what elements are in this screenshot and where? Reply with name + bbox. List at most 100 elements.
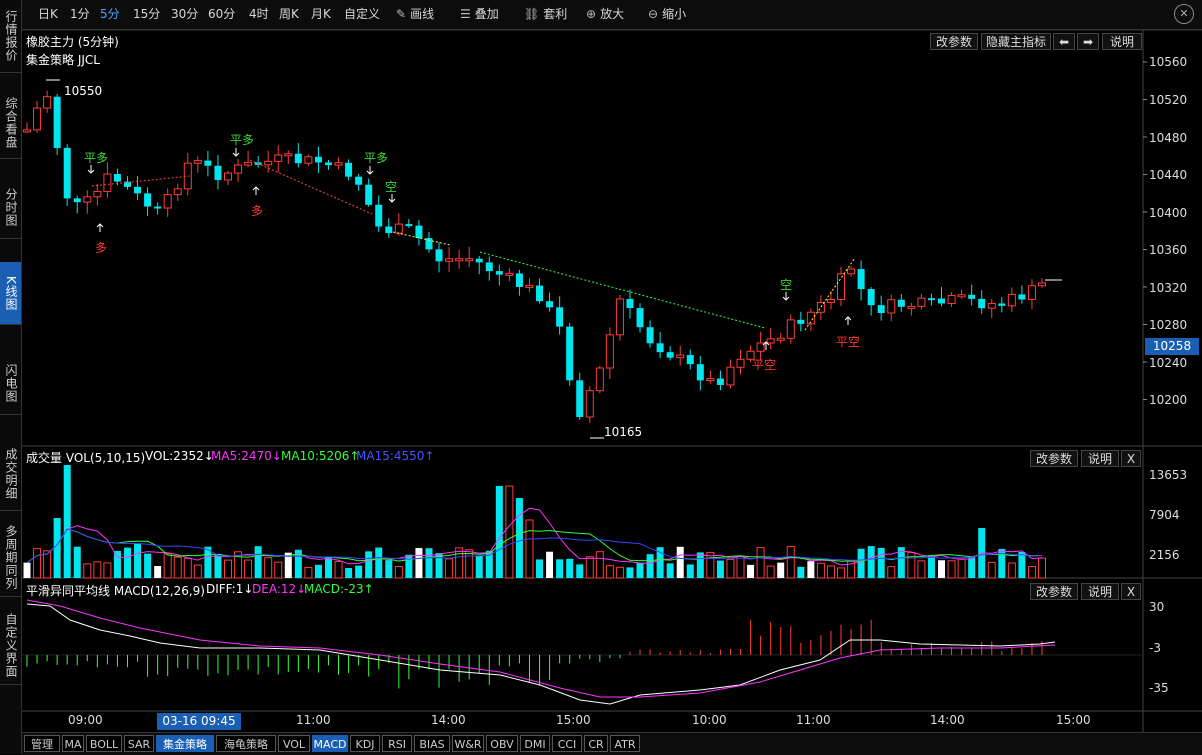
signal-close-long: 平多 (364, 151, 389, 165)
candle-body (938, 298, 946, 304)
candle-body (696, 364, 704, 381)
y-tick: 10360 (1149, 243, 1188, 257)
volume-bar (917, 560, 926, 579)
tab-boll[interactable]: BOLL (86, 735, 122, 752)
tab-jjcl[interactable]: 集金策略 (156, 735, 214, 752)
candle-body (445, 258, 454, 262)
candle-body (797, 319, 805, 324)
tab-atr[interactable]: ATR (610, 735, 640, 752)
volume-bar (123, 547, 131, 578)
y-tick: -35 (1149, 681, 1169, 695)
volume-bar (615, 566, 624, 579)
candle-body (284, 153, 293, 157)
signal-close-long: 平多 (230, 133, 255, 147)
volume-bar (103, 562, 112, 579)
volume-bar (445, 558, 454, 579)
volume-bar (73, 546, 81, 578)
candle-body (73, 198, 81, 203)
tab-wr[interactable]: W&R (452, 735, 484, 752)
volume-bar (365, 551, 373, 578)
candle-body (706, 378, 715, 382)
candle-body (244, 161, 253, 166)
volume-bar (887, 566, 896, 579)
volume-help-button[interactable]: 说明 (1081, 450, 1119, 467)
volume-bar (576, 564, 584, 578)
main-help-button[interactable]: 说明 (1102, 33, 1142, 50)
volume-bar (877, 547, 885, 578)
volume-params-button[interactable]: 改参数 (1030, 450, 1078, 467)
y-tick: 10200 (1149, 393, 1188, 407)
tab-cci[interactable]: CCI (552, 735, 582, 752)
tab-bias[interactable]: BIAS (414, 735, 450, 752)
candle-body (103, 173, 112, 192)
tab-macd[interactable]: MACD (312, 735, 348, 752)
candle-body (144, 193, 152, 207)
volume-bar (716, 560, 724, 578)
kline-chart[interactable] (0, 0, 1202, 754)
volume-bar (807, 561, 815, 578)
tab-obv[interactable]: OBV (486, 735, 518, 752)
macd-dea: DEA:12↓ (252, 582, 307, 596)
candle-body (867, 289, 875, 306)
candle-body (475, 258, 483, 263)
hide-indicator-button[interactable]: 隐藏主指标 (981, 33, 1051, 50)
volume-bar (455, 547, 464, 579)
arrow-left-icon[interactable]: ⬅ (1053, 33, 1075, 50)
volume-bar (173, 556, 182, 579)
macd-help-button[interactable]: 说明 (1081, 583, 1119, 600)
candle-body (113, 174, 121, 182)
macd-dea-line (26, 599, 1056, 698)
indicator-tab-bar: 管理 MA BOLL SAR 集金策略 海龟策略 VOL MACD KDJ RS… (22, 732, 1202, 755)
candle-body (365, 184, 373, 205)
x-tick: 15:00 (556, 713, 591, 727)
candle-body (877, 305, 885, 314)
volume-bar (154, 566, 162, 578)
candle-body (154, 206, 162, 209)
volume-bar (726, 558, 735, 579)
volume-bar (334, 560, 343, 579)
tab-vol[interactable]: VOL (278, 735, 310, 752)
tab-sar[interactable]: SAR (124, 735, 154, 752)
candle-body (766, 338, 775, 344)
tab-turtle[interactable]: 海龟策略 (216, 735, 276, 752)
main-params-button[interactable]: 改参数 (930, 33, 978, 50)
signal-long: 多 (95, 241, 108, 255)
volume-bar (797, 566, 805, 578)
candle-body (556, 307, 564, 327)
volume-bar (938, 560, 946, 578)
tab-kdj[interactable]: KDJ (350, 735, 380, 752)
candle-body (23, 129, 31, 133)
x-tick: 15:00 (1056, 713, 1091, 727)
candle-body (897, 299, 905, 307)
volume-bar (113, 550, 121, 578)
candle-body (53, 96, 61, 148)
volume-bar (314, 564, 322, 578)
volume-bar (566, 558, 574, 578)
candle-body (415, 225, 423, 239)
volume-bar (696, 552, 704, 578)
candle-body (505, 272, 514, 276)
tab-cr[interactable]: CR (584, 735, 608, 752)
x-tick: 10:00 (692, 713, 727, 727)
signal-long: 多 (251, 204, 264, 218)
volume-bar (947, 560, 956, 579)
tab-dmi[interactable]: DMI (520, 735, 550, 752)
volume-bar (556, 559, 564, 578)
macd-close-button[interactable]: X (1121, 583, 1141, 600)
volume-bar (857, 548, 865, 578)
volume-bar (987, 561, 996, 579)
tab-ma[interactable]: MA (62, 735, 84, 752)
y-tick: 10440 (1149, 168, 1188, 182)
volume-bar (134, 543, 142, 578)
macd-params-button[interactable]: 改参数 (1030, 583, 1078, 600)
arrow-right-icon[interactable]: ➡ (1077, 33, 1099, 50)
volume-bar (264, 557, 273, 579)
high-price-label: 10550 (64, 84, 103, 98)
volume-close-button[interactable]: X (1121, 450, 1141, 467)
candle-body (355, 176, 363, 185)
tab-rsi[interactable]: RSI (382, 735, 412, 752)
volume-bar (636, 562, 644, 578)
y-tick: 10480 (1149, 131, 1188, 145)
tab-manage[interactable]: 管理 (24, 735, 60, 752)
candle-body (546, 301, 554, 308)
